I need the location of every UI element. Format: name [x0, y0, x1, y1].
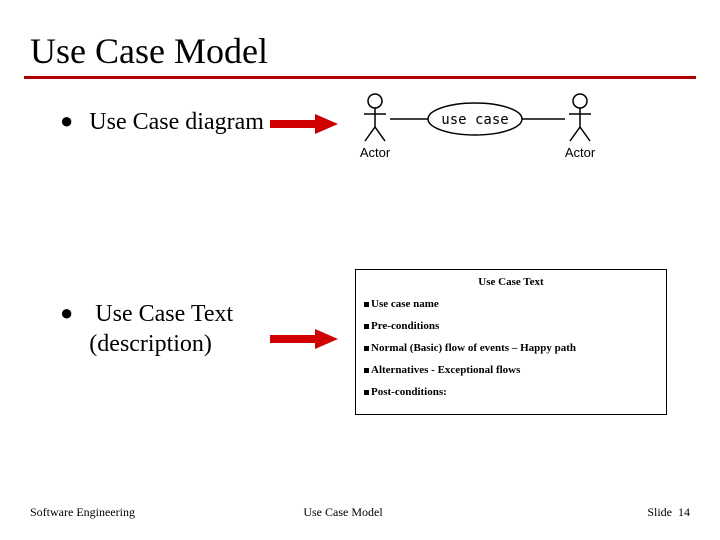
- textbox-item: Alternatives - Exceptional flows: [364, 364, 658, 376]
- bullet-row-2: ● Use Case Text (description): [60, 299, 233, 359]
- textbox-title: Use Case Text: [364, 276, 658, 288]
- bullet-icon: ●: [60, 299, 73, 327]
- textbox-item: Post-conditions:: [364, 386, 658, 398]
- use-case-text-box: Use Case Text Use case name Pre-conditio…: [355, 269, 667, 415]
- footer-left: Software Engineering: [30, 505, 223, 520]
- use-case-diagram: Actor use case Actor: [350, 89, 610, 169]
- usecase-label: use case: [441, 112, 508, 128]
- bullet-icon: ●: [60, 107, 73, 135]
- square-bullet-icon: [364, 368, 369, 373]
- square-bullet-icon: [364, 302, 369, 307]
- square-bullet-icon: [364, 324, 369, 329]
- textbox-item: Normal (Basic) flow of events – Happy pa…: [364, 342, 658, 354]
- bullet-row-1: ● Use Case diagram: [60, 107, 264, 137]
- arrow-icon: [270, 329, 340, 349]
- footer: Software Engineering Use Case Model Slid…: [0, 505, 720, 520]
- slide-title: Use Case Model: [0, 0, 720, 76]
- square-bullet-icon: [364, 390, 369, 395]
- textbox-item: Pre-conditions: [364, 320, 658, 332]
- actor-left-label: Actor: [360, 145, 391, 160]
- bullet-text-2: Use Case Text (description): [89, 299, 233, 359]
- content-area: ● Use Case diagram Actor use case Actor …: [0, 79, 720, 479]
- square-bullet-icon: [364, 346, 369, 351]
- textbox-item: Use case name: [364, 298, 658, 310]
- bullet-text-1: Use Case diagram: [89, 107, 264, 137]
- footer-center: Use Case Model: [223, 505, 496, 520]
- arrow-icon: [270, 114, 340, 134]
- actor-right-label: Actor: [565, 145, 596, 160]
- footer-right: Slide 14: [497, 505, 690, 520]
